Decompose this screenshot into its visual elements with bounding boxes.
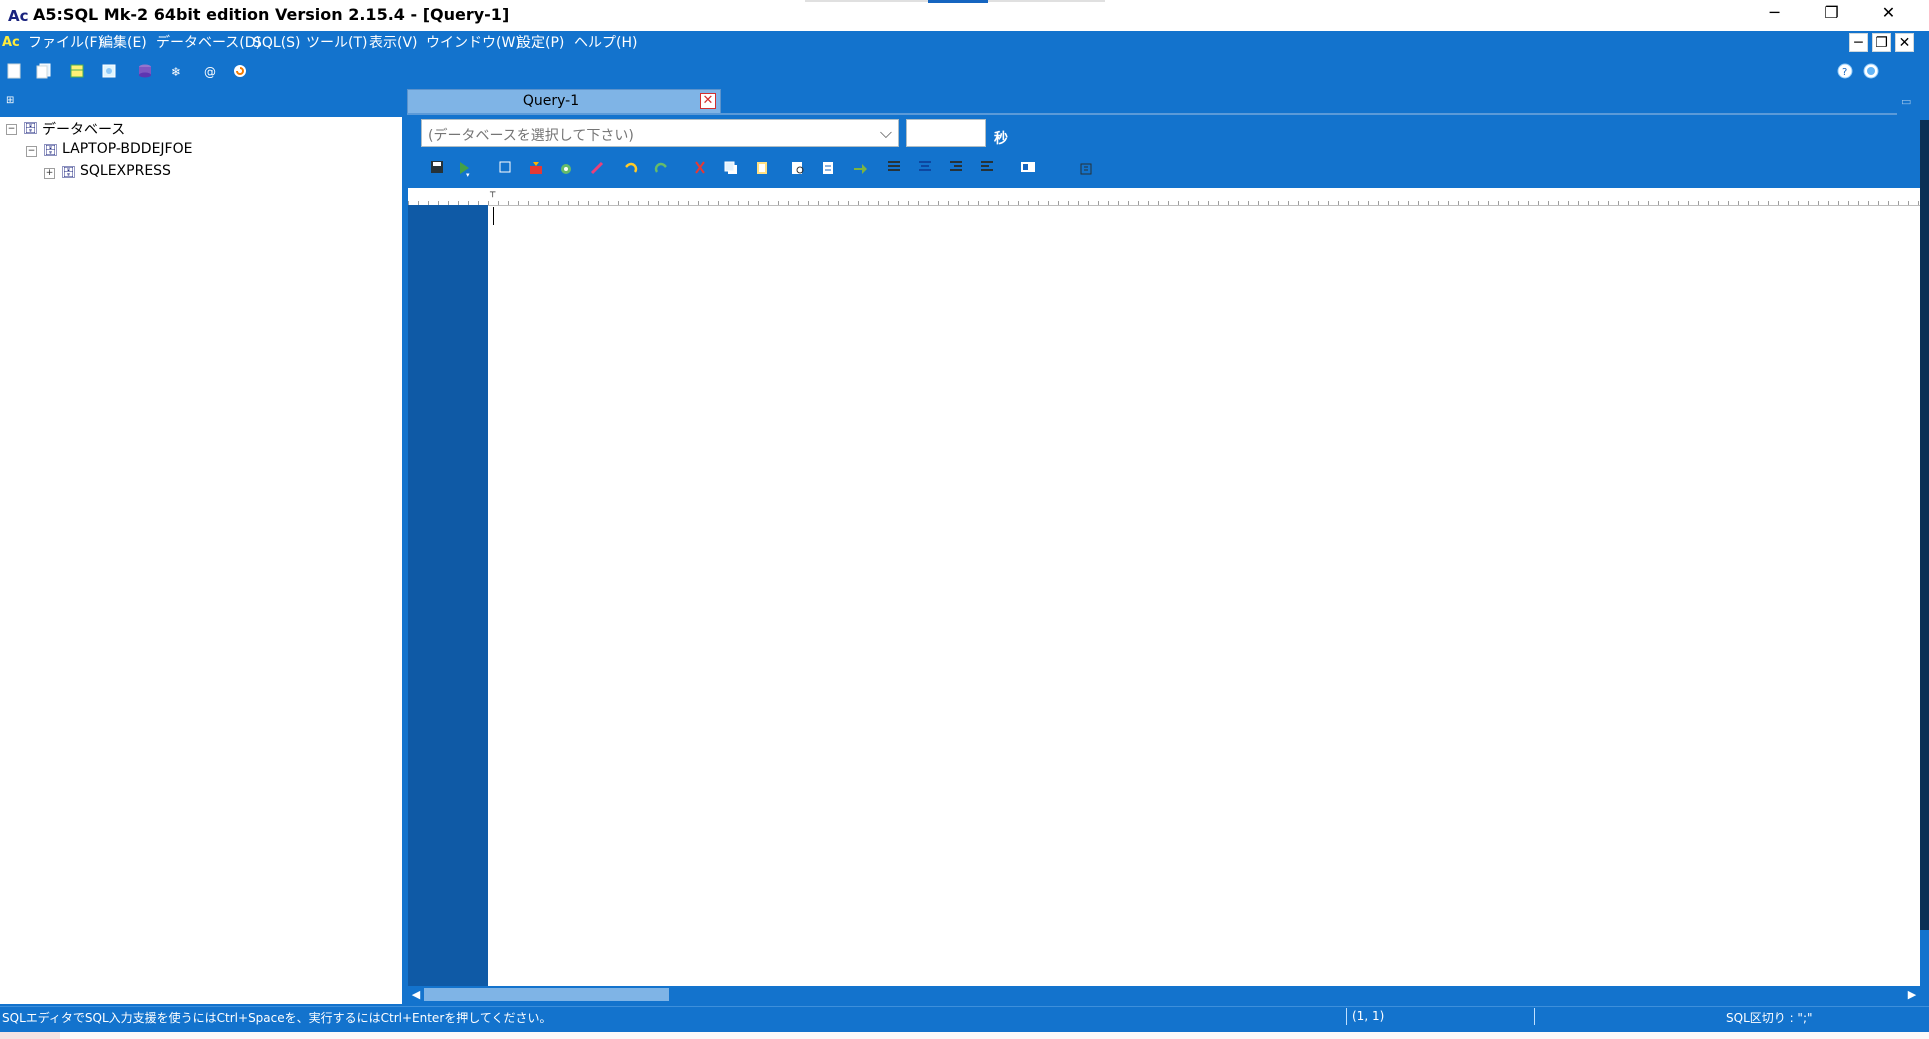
svg-text:▾: ▾ — [466, 171, 470, 178]
instance-icon: 🗄 — [61, 165, 77, 179]
chevron-down-icon[interactable]: ⌵ — [880, 123, 892, 143]
mdi-minimize-button[interactable]: ─ — [1849, 33, 1868, 52]
expand-icon[interactable]: + — [44, 168, 55, 179]
menu-file[interactable]: ファイル(F) — [28, 33, 103, 53]
open-file-icon[interactable] — [35, 63, 53, 81]
save-icon[interactable] — [428, 160, 446, 178]
seconds-label: 秒 — [994, 131, 1008, 147]
menu-view[interactable]: 表示(V) — [369, 33, 418, 53]
table-icon[interactable] — [68, 63, 86, 81]
cut-icon[interactable] — [691, 160, 709, 178]
align-center-icon[interactable] — [916, 160, 934, 178]
tab-label: Query-1 — [522, 93, 580, 109]
paste-icon[interactable] — [753, 160, 771, 178]
new-file-icon[interactable] — [5, 63, 23, 81]
line-number-gutter — [408, 205, 488, 986]
menu-edit[interactable]: 編集(E) — [99, 33, 147, 53]
menu-settings[interactable]: 設定(P) — [517, 33, 564, 53]
at-sign-icon[interactable]: @ — [201, 63, 219, 81]
svg-text:?: ? — [1842, 67, 1847, 78]
format-icon[interactable] — [557, 160, 575, 178]
goto-icon[interactable] — [851, 160, 869, 178]
text-caret — [493, 207, 494, 225]
cursor-position: (1, 1) — [1352, 1009, 1385, 1023]
copy-icon[interactable] — [722, 160, 740, 178]
indent-icon[interactable] — [947, 160, 965, 178]
editor-ruler — [408, 188, 1920, 206]
refresh-icon[interactable] — [231, 63, 249, 81]
collapse-icon[interactable]: − — [26, 146, 37, 157]
outdent-icon[interactable] — [978, 160, 996, 178]
status-bar: SQLエディタでSQL入力支援を使うにはCtrl+Spaceを、実行するにはCt… — [0, 1006, 1929, 1026]
tab-underline — [407, 113, 1897, 115]
main-toolbar: ❄ @ ? — [0, 61, 1929, 83]
scrollbar-track[interactable] — [1920, 120, 1929, 930]
sql-delimiter: SQL区切り : ";" — [1726, 1011, 1813, 1025]
title-accent — [928, 0, 988, 3]
scroll-right-icon[interactable]: ▶ — [1904, 986, 1920, 1003]
editor-toolbar: ▾ — [421, 159, 1121, 181]
database-explorer: − 🗄 データベース − 🗄 LAPTOP-BDDEJFOE + 🗄 SQLEX… — [0, 117, 402, 1004]
tree-label: SQLEXPRESS — [80, 163, 171, 179]
undo-icon[interactable] — [622, 160, 640, 178]
ruler-marker-icon: ┬ — [490, 188, 496, 198]
align-left-icon[interactable] — [885, 160, 903, 178]
mdi-restore-button[interactable]: ❐ — [1872, 33, 1891, 52]
close-button[interactable]: ✕ — [1860, 0, 1917, 31]
snowflake-icon[interactable]: ❄ — [167, 63, 185, 81]
sql-editor[interactable] — [408, 188, 1920, 986]
window-icon[interactable] — [1019, 160, 1037, 178]
window-title: A5:SQL Mk-2 64bit edition Version 2.15.4… — [33, 5, 510, 24]
server-icon: 🗄 — [43, 143, 59, 157]
tree-label: データベース — [42, 122, 126, 138]
status-divider — [1534, 1008, 1535, 1025]
explorer-pin-icon[interactable]: ⊞ — [6, 95, 18, 107]
collapse-icon[interactable]: − — [6, 124, 17, 135]
copy-db-icon[interactable] — [100, 63, 118, 81]
menu-database[interactable]: データベース(D) — [156, 33, 261, 53]
menu-help[interactable]: ヘルプ(H) — [574, 33, 637, 53]
web-icon[interactable] — [1862, 63, 1880, 81]
status-divider — [1346, 1008, 1347, 1025]
menu-window[interactable]: ウインドウ(W) — [426, 33, 521, 53]
minimize-button[interactable]: ─ — [1746, 0, 1803, 31]
status-message: SQLエディタでSQL入力支援を使うにはCtrl+Spaceを、実行するにはCt… — [2, 1011, 552, 1025]
database-group-icon: 🗄 — [23, 121, 39, 135]
menu-tools[interactable]: ツール(T) — [306, 33, 367, 53]
app-icon: Ac — [8, 7, 29, 25]
find-icon[interactable] — [789, 160, 807, 178]
run-icon[interactable]: ▾ — [457, 160, 475, 179]
bottom-edge — [0, 1032, 1929, 1039]
database-select[interactable]: (データベースを選択して下さい) ⌵ — [421, 119, 899, 147]
tree-label: LAPTOP-BDDEJFOE — [62, 141, 193, 157]
redo-icon[interactable] — [652, 160, 670, 178]
timeout-input[interactable] — [906, 119, 986, 147]
menu-bar: Ac ファイル(F) 編集(E) データベース(D) SQL(S) ツール(T)… — [0, 31, 1929, 55]
scrollbar-thumb[interactable] — [424, 988, 669, 1001]
bottom-edge-decor — [0, 1032, 60, 1039]
vertical-scrollbar[interactable] — [1920, 100, 1929, 930]
clear-icon[interactable] — [588, 160, 606, 178]
tab-query-1[interactable]: Query-1 ✕ — [407, 89, 721, 114]
database-icon[interactable] — [136, 63, 154, 81]
scroll-left-icon[interactable]: ◀ — [408, 986, 424, 1003]
database-select-value: (データベースを選択して下さい) — [428, 128, 634, 144]
mdi-close-button[interactable]: ✕ — [1895, 33, 1914, 52]
stop-icon[interactable] — [496, 160, 514, 178]
maximize-button[interactable]: ❐ — [1803, 0, 1860, 31]
help-icon[interactable]: ? — [1836, 63, 1854, 81]
menu-sql[interactable]: SQL(S) — [253, 33, 301, 53]
replace-icon[interactable] — [820, 160, 838, 178]
mdi-child-icon[interactable]: Ac — [2, 34, 20, 52]
tab-close-icon[interactable]: ✕ — [700, 93, 716, 109]
tab-list-icon[interactable]: ▭ — [1901, 95, 1915, 108]
options-icon[interactable] — [1077, 160, 1095, 178]
explain-icon[interactable] — [527, 160, 545, 178]
title-bar: Ac A5:SQL Mk-2 64bit edition Version 2.1… — [0, 0, 1929, 31]
horizontal-scrollbar[interactable]: ◀ ▶ — [408, 986, 1920, 1003]
